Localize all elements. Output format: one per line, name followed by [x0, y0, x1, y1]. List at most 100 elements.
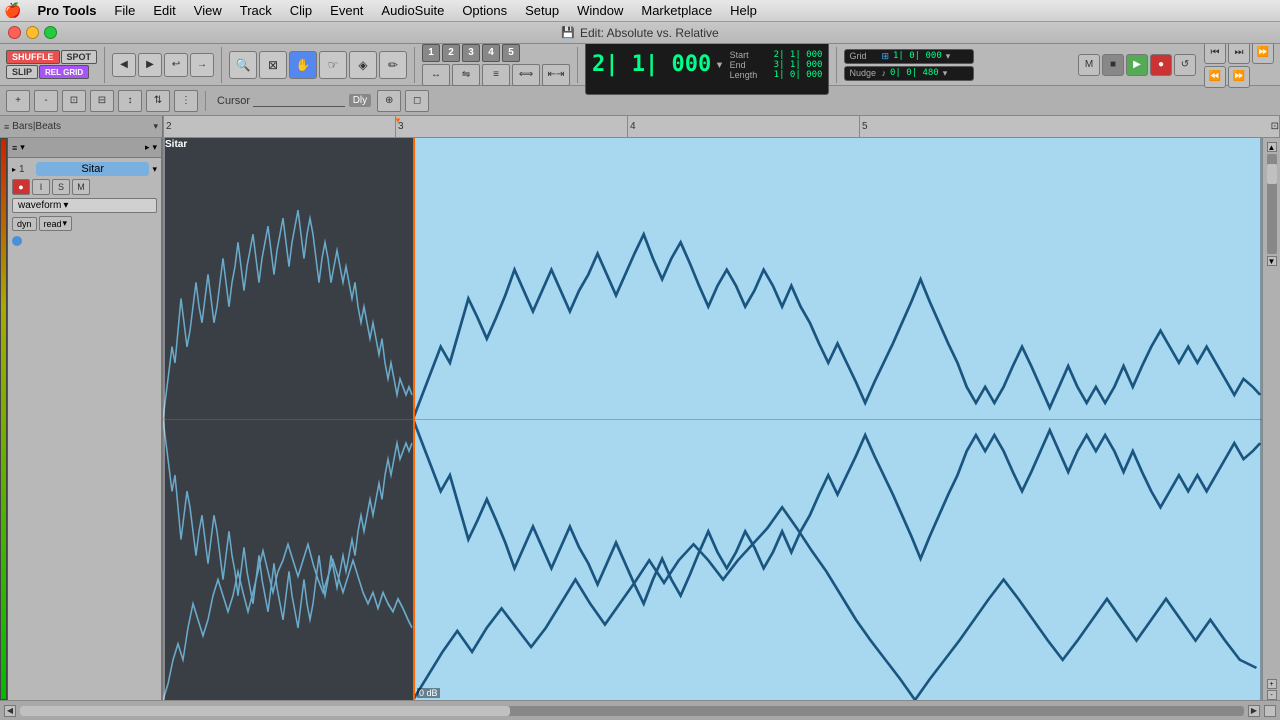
track-number: 1 — [19, 164, 33, 175]
nudge-dropdown[interactable]: ▾ — [943, 68, 948, 79]
menu-view[interactable]: View — [186, 2, 230, 19]
dyn-button[interactable]: dyn — [12, 217, 37, 231]
menu-help[interactable]: Help — [722, 2, 765, 19]
waveform-bottom-dark — [163, 419, 413, 700]
counter-dropdown-icon[interactable]: ▾ — [715, 57, 723, 73]
zoom-up-btn[interactable]: ▲ — [1267, 142, 1277, 152]
menu-marketplace[interactable]: Marketplace — [633, 2, 720, 19]
menu-options[interactable]: Options — [454, 2, 515, 19]
record-btn[interactable]: ● — [1150, 54, 1172, 76]
multi-tool-btn[interactable]: ⋮ — [174, 90, 198, 112]
pencil-tool-button[interactable]: ✏ — [379, 51, 407, 79]
num-btn-3[interactable]: 3 — [462, 44, 480, 62]
zoom-in-h[interactable]: + — [6, 90, 30, 112]
loop-record-btn[interactable]: ↺ — [1174, 54, 1196, 76]
shuffle-mode-button[interactable]: SHUFFLE — [6, 50, 60, 64]
grabber-tool-button[interactable]: ☞ — [319, 51, 347, 79]
h-zoom-out-btn[interactable]: - — [1267, 690, 1277, 700]
sel-all-btn[interactable]: ⊡ — [62, 90, 86, 112]
edit-sel-btn[interactable]: ↔ — [422, 64, 450, 86]
scrub-tool-button[interactable]: ◈ — [349, 51, 377, 79]
relgrid-mode-button[interactable]: REL GRID — [39, 65, 89, 79]
expand-icon[interactable]: ≡ — [4, 122, 9, 132]
sync-btn[interactable]: ⊕ — [377, 90, 401, 112]
num-btn-1[interactable]: 1 — [422, 44, 440, 62]
ffwd-btn[interactable]: ⏭ — [1228, 42, 1250, 64]
window-title: Edit: Absolute vs. Relative — [580, 26, 719, 40]
sel-none-btn[interactable]: ⊟ — [90, 90, 114, 112]
horizontal-scrollbar[interactable] — [20, 706, 1244, 716]
click-btn[interactable]: ◻ — [405, 90, 429, 112]
ruler-zoom-icon[interactable]: ⊡ — [1269, 116, 1280, 137]
horizontal-scroll-thumb[interactable] — [20, 706, 510, 716]
track-controls-panel: ≡ ▾ ▸ ▾ ▸ 1 Sitar ▾ ● I S M — [8, 138, 163, 700]
scroll-right-btn[interactable]: ▶ — [1248, 705, 1260, 717]
return-start-button[interactable]: ↩ — [164, 53, 188, 77]
zoom-tool-button[interactable]: 🔍 — [229, 51, 257, 79]
input-monitor-button[interactable]: I — [32, 179, 50, 195]
clip-area[interactable]: Sitar — [163, 138, 1262, 700]
rewind-btn[interactable]: ⏮ — [1204, 42, 1226, 64]
step-fwd-btn[interactable]: ⏩ — [1252, 42, 1274, 64]
stop-btn[interactable]: ■ — [1102, 54, 1124, 76]
play-btn[interactable]: ▶ — [1126, 54, 1148, 76]
menu-setup[interactable]: Setup — [517, 2, 567, 19]
menu-track[interactable]: Track — [232, 2, 280, 19]
solo-button[interactable]: S — [52, 179, 70, 195]
track-expand-icon[interactable]: ▸ — [12, 165, 16, 174]
grid-dropdown[interactable]: ▾ — [946, 51, 951, 62]
nav-arrow-right[interactable]: → — [190, 53, 214, 77]
apple-menu-icon[interactable]: 🍎 — [4, 2, 21, 19]
maximize-button[interactable] — [44, 26, 57, 39]
waveform-selector[interactable]: waveform ▾ — [12, 198, 157, 213]
track-name-dropdown[interactable]: ▾ — [152, 164, 157, 175]
zoom-out-h[interactable]: - — [34, 90, 58, 112]
menu-window[interactable]: Window — [569, 2, 631, 19]
track-menu-icon[interactable]: ▸ — [145, 142, 150, 153]
track-scroll-up[interactable]: ▾ — [152, 142, 157, 153]
selector-tool-button[interactable]: ✋ — [289, 51, 317, 79]
vertical-scroll-track[interactable] — [1267, 154, 1277, 254]
num-btn-4[interactable]: 4 — [482, 44, 500, 62]
nudge-btn[interactable]: ⟺ — [512, 64, 540, 86]
menu-event[interactable]: Event — [322, 2, 371, 19]
waveform-label: waveform — [18, 200, 61, 211]
dly-button[interactable]: Dly — [349, 94, 371, 107]
menu-file[interactable]: File — [106, 2, 143, 19]
zoom-out-v[interactable]: ⇅ — [146, 90, 170, 112]
clip-gain-btn[interactable]: ≡ — [482, 64, 510, 86]
next-btn[interactable]: ⏩ — [1228, 66, 1250, 88]
scroll-left-btn[interactable]: ◀ — [4, 705, 16, 717]
menu-edit[interactable]: Edit — [145, 2, 183, 19]
num-btn-5[interactable]: 5 — [502, 44, 520, 62]
zoom-down-btn[interactable]: ▼ — [1267, 256, 1277, 266]
record-arm-button[interactable]: ● — [12, 179, 30, 195]
ruler-marks-area[interactable]: ▼ 2 3 4 5 ⊡ — [163, 116, 1280, 137]
menu-audiosuite[interactable]: AudioSuite — [373, 2, 452, 19]
ruler-dropdown[interactable]: ▾ — [153, 121, 158, 132]
num-btn-2[interactable]: 2 — [442, 44, 460, 62]
menu-pro-tools[interactable]: Pro Tools — [29, 2, 104, 19]
spot-mode-button[interactable]: SPOT — [61, 50, 98, 64]
scroll-corner[interactable] — [1264, 705, 1276, 717]
read-button[interactable]: read ▾ — [39, 216, 73, 231]
close-button[interactable] — [8, 26, 21, 39]
loop-sel-btn[interactable]: ⇋ — [452, 64, 480, 86]
expand-tracks-icon[interactable]: ≡ — [12, 143, 17, 153]
menu-clip[interactable]: Clip — [282, 2, 320, 19]
zoom-in-v[interactable]: ↕ — [118, 90, 142, 112]
back-button[interactable]: ◀ — [112, 53, 136, 77]
clip-light-region: 0 dB — [413, 138, 1262, 700]
prev-btn[interactable]: ⏪ — [1204, 66, 1226, 88]
zoom-btn[interactable]: ⇤⇥ — [542, 64, 570, 86]
slip-mode-button[interactable]: SLIP — [6, 65, 38, 79]
track-sort-dropdown[interactable]: ▾ — [20, 142, 25, 153]
midi-btn[interactable]: M — [1078, 54, 1100, 76]
mute-button[interactable]: M — [72, 179, 90, 195]
forward-button[interactable]: ▶ — [138, 53, 162, 77]
vertical-scroll-thumb[interactable] — [1267, 164, 1277, 184]
minimize-button[interactable] — [26, 26, 39, 39]
track-name-button[interactable]: Sitar — [36, 162, 149, 176]
trim-tool-button[interactable]: ⊠ — [259, 51, 287, 79]
h-zoom-in-btn[interactable]: + — [1267, 679, 1277, 689]
